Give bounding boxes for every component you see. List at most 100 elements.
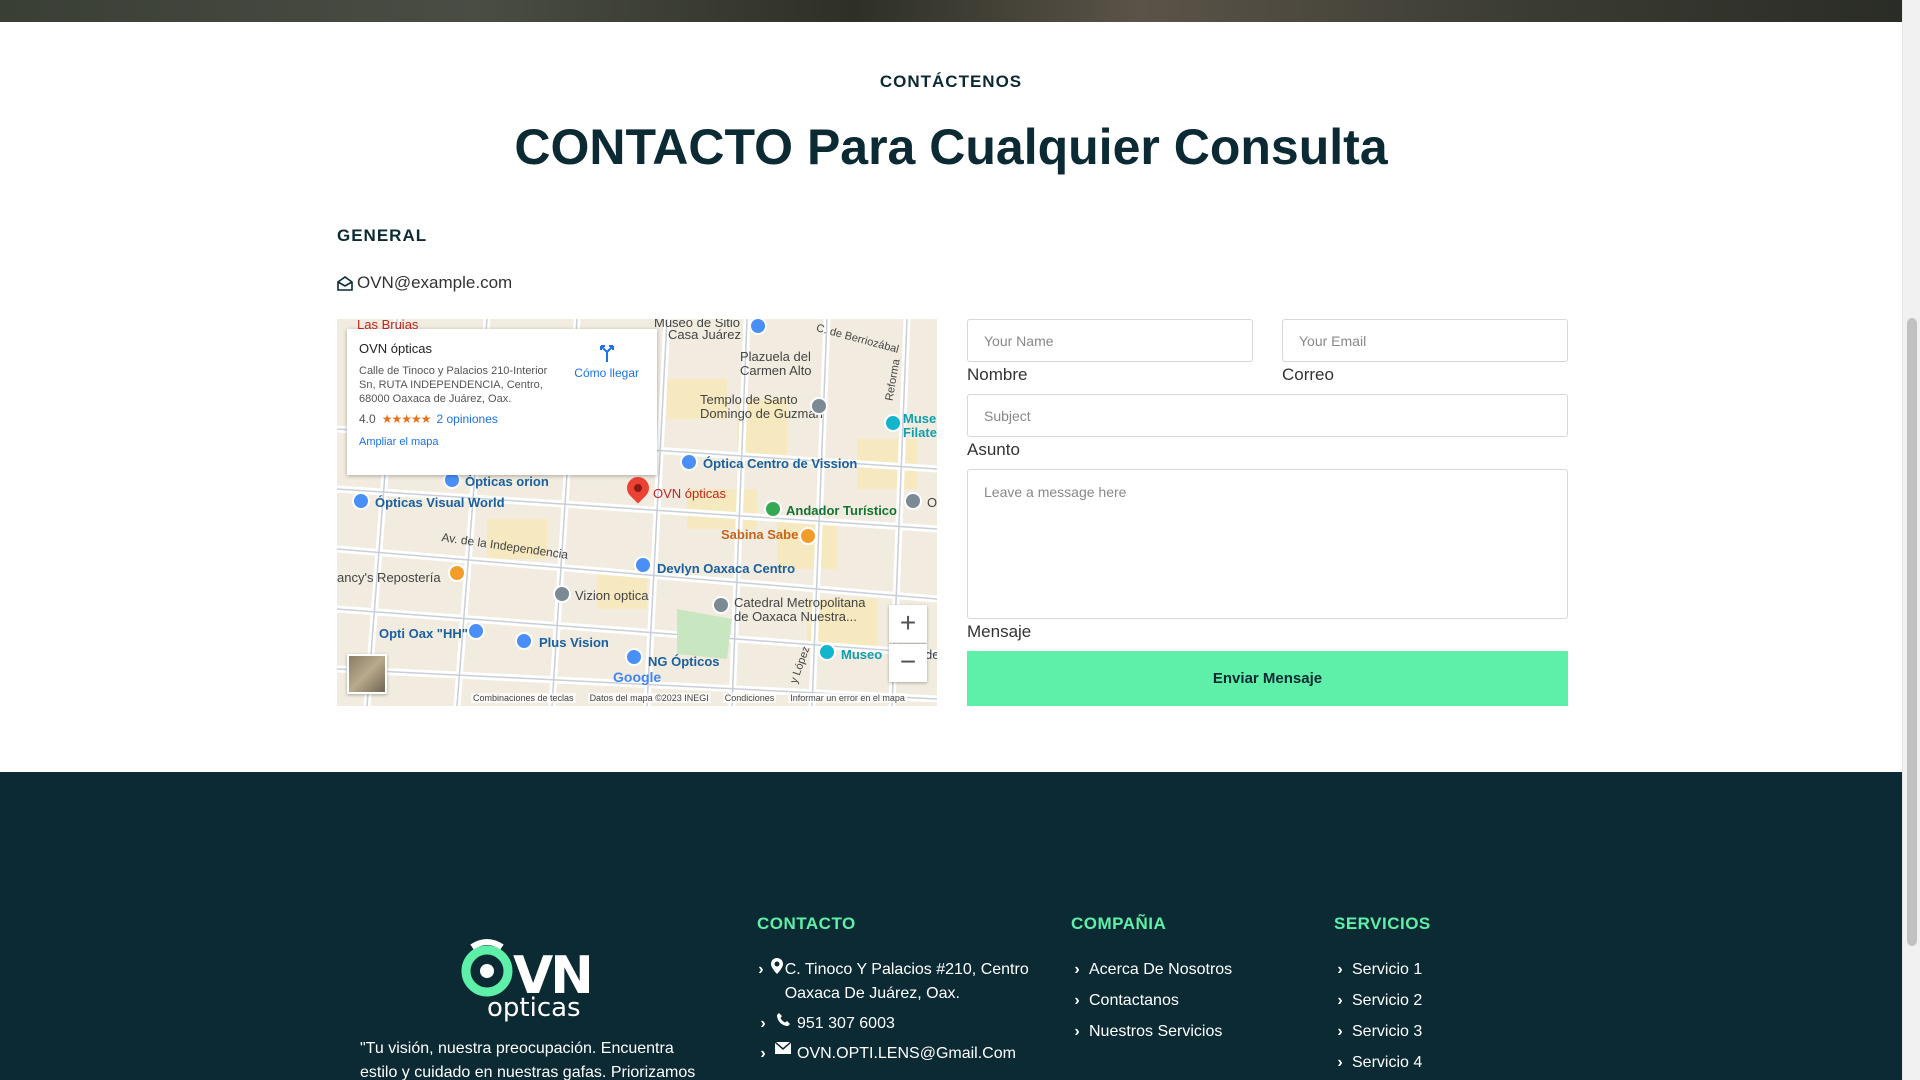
footer-contact-title: CONTACTO	[757, 914, 856, 933]
map-pin[interactable]	[448, 564, 466, 582]
chevron-right-icon: ›	[1074, 961, 1080, 978]
map-pin[interactable]	[680, 453, 698, 471]
map-pin[interactable]	[352, 492, 370, 510]
footer-link-label[interactable]: Servicio 4	[1352, 1051, 1422, 1075]
map-pin[interactable]	[625, 648, 643, 666]
footer-contact-phone[interactable]: › 951 307 6003	[757, 1012, 1057, 1036]
map-pin[interactable]	[634, 556, 652, 574]
email-label: Correo	[1282, 365, 1334, 384]
footer-link-label[interactable]: Servicio 2	[1352, 989, 1422, 1013]
general-email-link[interactable]: OVN@example.com	[357, 273, 512, 293]
map-footer-shortcuts[interactable]: Combinaciones de teclas	[471, 693, 576, 703]
footer-link-label[interactable]: Servicio 1	[1352, 958, 1422, 982]
zoom-out-button[interactable]: −	[889, 644, 927, 682]
footer-link-service-2[interactable]: › Servicio 2	[1334, 989, 1422, 1013]
footer-link-label[interactable]: Contactanos	[1089, 989, 1179, 1013]
map-label: Ópticas orion	[465, 474, 549, 489]
place-address: Calle de Tinoco y Palacios 210-Interior …	[359, 365, 548, 405]
map-label: O	[927, 495, 937, 510]
map-label: Vizion optica	[575, 588, 649, 603]
site-footer: VN opticas "Tu visión, nuestra preocupac…	[0, 772, 1902, 1080]
map-label: Catedral Metropolitana	[734, 595, 866, 610]
ovn-logo-mark: VN	[461, 939, 594, 999]
general-heading: GENERAL	[337, 226, 428, 245]
chevron-right-icon: ›	[1337, 1023, 1343, 1040]
map-pin[interactable]	[467, 622, 485, 640]
map-pin[interactable]	[515, 632, 533, 650]
footer-contact-address: › C. Tinoco Y Palacios #210, Centro Oaxa…	[757, 958, 1057, 1006]
footer-services-title: SERVICIOS	[1334, 914, 1431, 933]
footer-link-service-1[interactable]: › Servicio 1	[1334, 958, 1422, 982]
map-pin[interactable]	[553, 585, 571, 603]
directions-icon	[599, 345, 614, 362]
footer-company-list: › Acerca De Nosotros › Contactanos › Nuestr…	[1071, 958, 1232, 1051]
map-label: OVN ópticas	[653, 486, 726, 501]
footer-link-about[interactable]: › Acerca De Nosotros	[1071, 958, 1232, 982]
map-footer-report[interactable]: Informar un error en el mapa	[788, 693, 907, 703]
chevron-right-icon: ›	[1337, 961, 1343, 978]
chevron-right-icon: ›	[758, 961, 764, 978]
footer-link-label[interactable]: Nuestros Servicios	[1089, 1020, 1222, 1044]
footer-tagline: "Tu visión, nuestra preocupación. Encuen…	[360, 1040, 696, 1080]
hero-image-strip	[0, 0, 1902, 22]
map-footer-terms[interactable]: Condiciones	[722, 693, 777, 703]
map-label: Opti Oax "HH"	[379, 626, 468, 641]
message-textarea[interactable]: Leave a message here	[967, 469, 1568, 619]
email-input[interactable]: Your Email	[1282, 319, 1568, 362]
chevron-right-icon: ›	[1074, 992, 1080, 1009]
subject-label: Asunto	[967, 440, 1020, 459]
footer-link-service-4[interactable]: › Servicio 4	[1334, 1051, 1422, 1075]
map-pin[interactable]	[810, 397, 828, 415]
map-marker-icon	[770, 958, 783, 974]
name-input[interactable]: Your Name	[967, 319, 1253, 362]
rating-stars-icon: ★★★★★	[381, 412, 432, 426]
map-pin[interactable]	[884, 414, 902, 432]
place-rating: 4.0 ★★★★★ 2 opiniones	[359, 412, 645, 426]
footer-link-service-3[interactable]: › Servicio 3	[1334, 1020, 1422, 1044]
map-pin[interactable]	[904, 492, 922, 510]
footer-phone-text[interactable]: 951 307 6003	[797, 1012, 895, 1036]
map-footer-data: Datos del mapa ©2023 INEGI	[587, 693, 711, 703]
google-map-embed[interactable]: Las Brujas Museo de Sitio Casa Juárez C.…	[337, 319, 937, 706]
footer-link-label[interactable]: Acerca De Nosotros	[1089, 958, 1232, 982]
send-message-button[interactable]: Enviar Mensaje	[967, 651, 1568, 706]
chevron-right-icon: ›	[1074, 1023, 1080, 1040]
page-title: CONTACTO Para Cualquier Consulta	[514, 119, 1388, 175]
map-footer: Combinaciones de teclas Datos del mapa ©…	[337, 690, 937, 706]
envelope-open-icon	[337, 276, 353, 291]
map-label: Muse	[903, 411, 937, 426]
map-pin[interactable]	[712, 596, 730, 614]
footer-contact-email[interactable]: › OVN.OPTI.LENS@Gmail.Com	[757, 1042, 1057, 1066]
map-pin[interactable]	[818, 643, 836, 661]
map-label: Sabina Sabe	[721, 527, 799, 542]
satellite-toggle[interactable]	[347, 654, 387, 694]
subject-input[interactable]: Subject	[967, 394, 1568, 437]
footer-link-services[interactable]: › Nuestros Servicios	[1071, 1020, 1232, 1044]
map-label: Andador Turístico	[786, 503, 897, 518]
chevron-right-icon: ›	[760, 1045, 766, 1062]
map-label: Plus Vision	[539, 635, 609, 650]
footer-email-text[interactable]: OVN.OPTI.LENS@Gmail.Com	[797, 1042, 1016, 1066]
enlarge-map-link[interactable]: Ampliar el mapa	[359, 436, 645, 448]
footer-link-label[interactable]: Servicio 3	[1352, 1020, 1422, 1044]
envelope-icon	[775, 1042, 791, 1054]
map-label: Museo	[841, 647, 883, 662]
footer-link-contact[interactable]: › Contactanos	[1071, 989, 1232, 1013]
map-label: Domingo de Guzmán	[700, 406, 823, 421]
map-label: ancy's Repostería	[337, 570, 441, 585]
map-label: Devlyn Oaxaca Centro	[657, 561, 796, 576]
map-pin[interactable]	[764, 500, 782, 518]
scrollbar-thumb[interactable]	[1907, 318, 1917, 946]
map-pin[interactable]	[799, 527, 817, 545]
page-scrollbar[interactable]	[1902, 0, 1920, 1080]
map-place-card: OVN ópticas Calle de Tinoco y Palacios 2…	[347, 329, 657, 475]
section-eyebrow: CONTÁCTENOS	[879, 72, 1023, 91]
zoom-in-button[interactable]: +	[889, 605, 927, 643]
map-label: Casa Juárez	[668, 327, 741, 342]
ovn-logo[interactable]: VN opticas	[459, 937, 607, 1023]
general-email-row: OVN@example.com	[337, 273, 512, 293]
chevron-right-icon: ›	[1337, 992, 1343, 1009]
directions-button[interactable]: Cómo llegar	[574, 343, 639, 380]
reviews-link[interactable]: 2 opiniones	[436, 412, 497, 426]
footer-services-list: › Servicio 1 › Servicio 2 › Servicio 3 › Ser…	[1334, 958, 1422, 1080]
